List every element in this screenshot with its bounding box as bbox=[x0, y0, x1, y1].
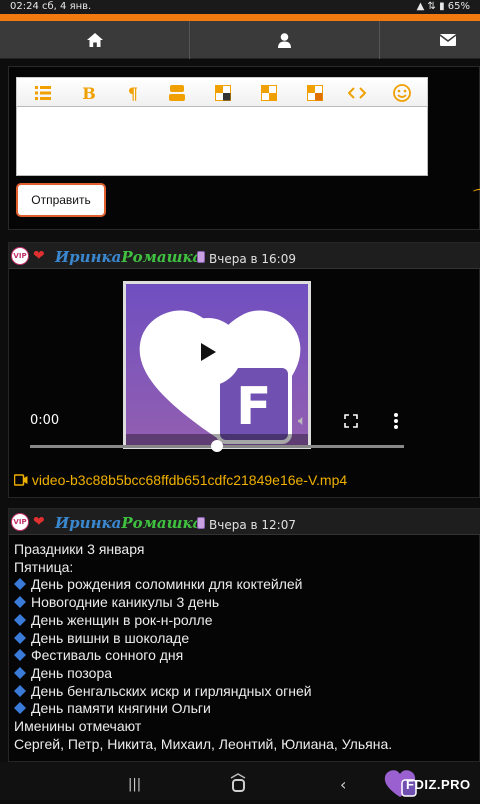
post-line-bullet: День вишни в шоколаде bbox=[14, 630, 392, 648]
post-line: Именины отмечают bbox=[14, 718, 142, 735]
play-button[interactable] bbox=[174, 318, 242, 386]
smile-icon[interactable] bbox=[392, 83, 412, 103]
code-icon[interactable] bbox=[347, 83, 367, 103]
volume-icon[interactable]: 🔈︎ bbox=[298, 413, 306, 429]
status-bar: 02:24 сб, 4 янв. ▲ ⇅ ▮ 65% bbox=[0, 0, 480, 14]
diamond-icon bbox=[14, 578, 26, 591]
post-line-bullet: Фестиваль сонного дня bbox=[14, 647, 392, 665]
play-icon bbox=[201, 343, 216, 361]
home-button[interactable] bbox=[0, 21, 190, 59]
post-line-bullet: День рождения соломинки для коктейлей bbox=[14, 576, 392, 594]
status-time: 02:24 сб, 4 янв. bbox=[10, 1, 92, 12]
post-line-bullet: Новогодние каникулы 3 день bbox=[14, 594, 392, 612]
top-nav bbox=[0, 21, 480, 59]
post-line: Сергей, Петр, Никита, Михаил, Леонтий, Ю… bbox=[14, 735, 393, 752]
vip-badge: VIP bbox=[11, 513, 29, 531]
diamond-icon bbox=[14, 666, 26, 679]
post-header: VIP ❤ ИринкаРомашка Вчера в 16:09 bbox=[9, 243, 480, 269]
post-line-bullet: День памяти княгини Ольги bbox=[14, 700, 392, 718]
home-icon bbox=[86, 33, 103, 47]
home-system-icon[interactable] bbox=[232, 779, 245, 792]
send-button[interactable]: Отправить bbox=[16, 183, 106, 217]
diamond-icon bbox=[14, 649, 26, 662]
table-icon[interactable] bbox=[213, 83, 233, 103]
site-logo: FDIZ.PRO bbox=[384, 766, 480, 800]
post-body: Праздники 3 января Пятница: День рождени… bbox=[14, 541, 392, 753]
table-icon-2[interactable] bbox=[259, 83, 279, 103]
chevron-up-icon[interactable] bbox=[230, 764, 246, 779]
heart-icon: ❤ bbox=[33, 514, 45, 530]
post-line-bullet: День позора bbox=[14, 665, 392, 683]
video-file-link[interactable]: video-b3c88b5bcc68ffdb651cdfc21849e16e-V… bbox=[13, 472, 347, 488]
diamond-icon bbox=[14, 684, 26, 697]
post-line-bullet: День бенгальских искр и гирляндных огней bbox=[14, 683, 392, 701]
diamond-icon bbox=[14, 596, 26, 609]
bold-icon[interactable]: B bbox=[79, 83, 99, 103]
svg-text:F: F bbox=[236, 377, 272, 437]
mail-button[interactable] bbox=[380, 21, 480, 59]
post-time: Вчера в 16:09 bbox=[209, 252, 296, 266]
video-progress-thumb[interactable] bbox=[211, 440, 223, 452]
paragraph-icon[interactable]: ¶ bbox=[123, 83, 143, 103]
post-line: Праздники 3 января bbox=[14, 541, 145, 557]
post-author[interactable]: ИринкаРомашка bbox=[55, 248, 202, 266]
post-time: Вчера в 12:07 bbox=[209, 518, 296, 532]
mail-icon bbox=[440, 34, 456, 46]
youtube-icon[interactable] bbox=[167, 83, 187, 103]
post-author[interactable]: ИринкаРомашка bbox=[55, 514, 202, 532]
fullscreen-icon[interactable] bbox=[344, 413, 358, 432]
post-line-bullet: День женщин в рок-н-ролле bbox=[14, 612, 392, 630]
user-icon bbox=[278, 32, 291, 48]
post-line: Пятница: bbox=[14, 558, 74, 575]
diamond-icon bbox=[14, 631, 26, 644]
recent-apps-icon[interactable]: ||| bbox=[128, 777, 141, 792]
heart-icon: ❤ bbox=[33, 248, 45, 264]
comment-textarea[interactable] bbox=[16, 106, 428, 176]
video-file-icon bbox=[13, 474, 28, 486]
list-icon[interactable] bbox=[33, 83, 53, 103]
table-icon-3[interactable] bbox=[305, 83, 325, 103]
editor-toolbar: B ¶ bbox=[16, 77, 428, 107]
status-battery: ▲ ⇅ ▮ 65% bbox=[416, 1, 470, 12]
back-icon[interactable]: ‹ bbox=[340, 775, 346, 794]
post-header: VIP ❤ ИринкаРомашка Вчера в 12:07 bbox=[9, 509, 480, 535]
side-scroll-mark: ⁀ bbox=[474, 190, 480, 206]
more-options-icon[interactable] bbox=[393, 413, 399, 433]
post-video: VIP ❤ ИринкаРомашка Вчера в 16:09 F bbox=[8, 242, 480, 498]
profile-button[interactable] bbox=[190, 21, 380, 59]
diamond-icon bbox=[14, 613, 26, 626]
accent-bar bbox=[0, 14, 480, 21]
medal-icon bbox=[197, 251, 205, 263]
diamond-icon bbox=[14, 702, 26, 715]
video-time: 0:00 bbox=[30, 413, 60, 428]
vip-badge: VIP bbox=[11, 247, 29, 265]
medal-icon bbox=[197, 517, 205, 529]
